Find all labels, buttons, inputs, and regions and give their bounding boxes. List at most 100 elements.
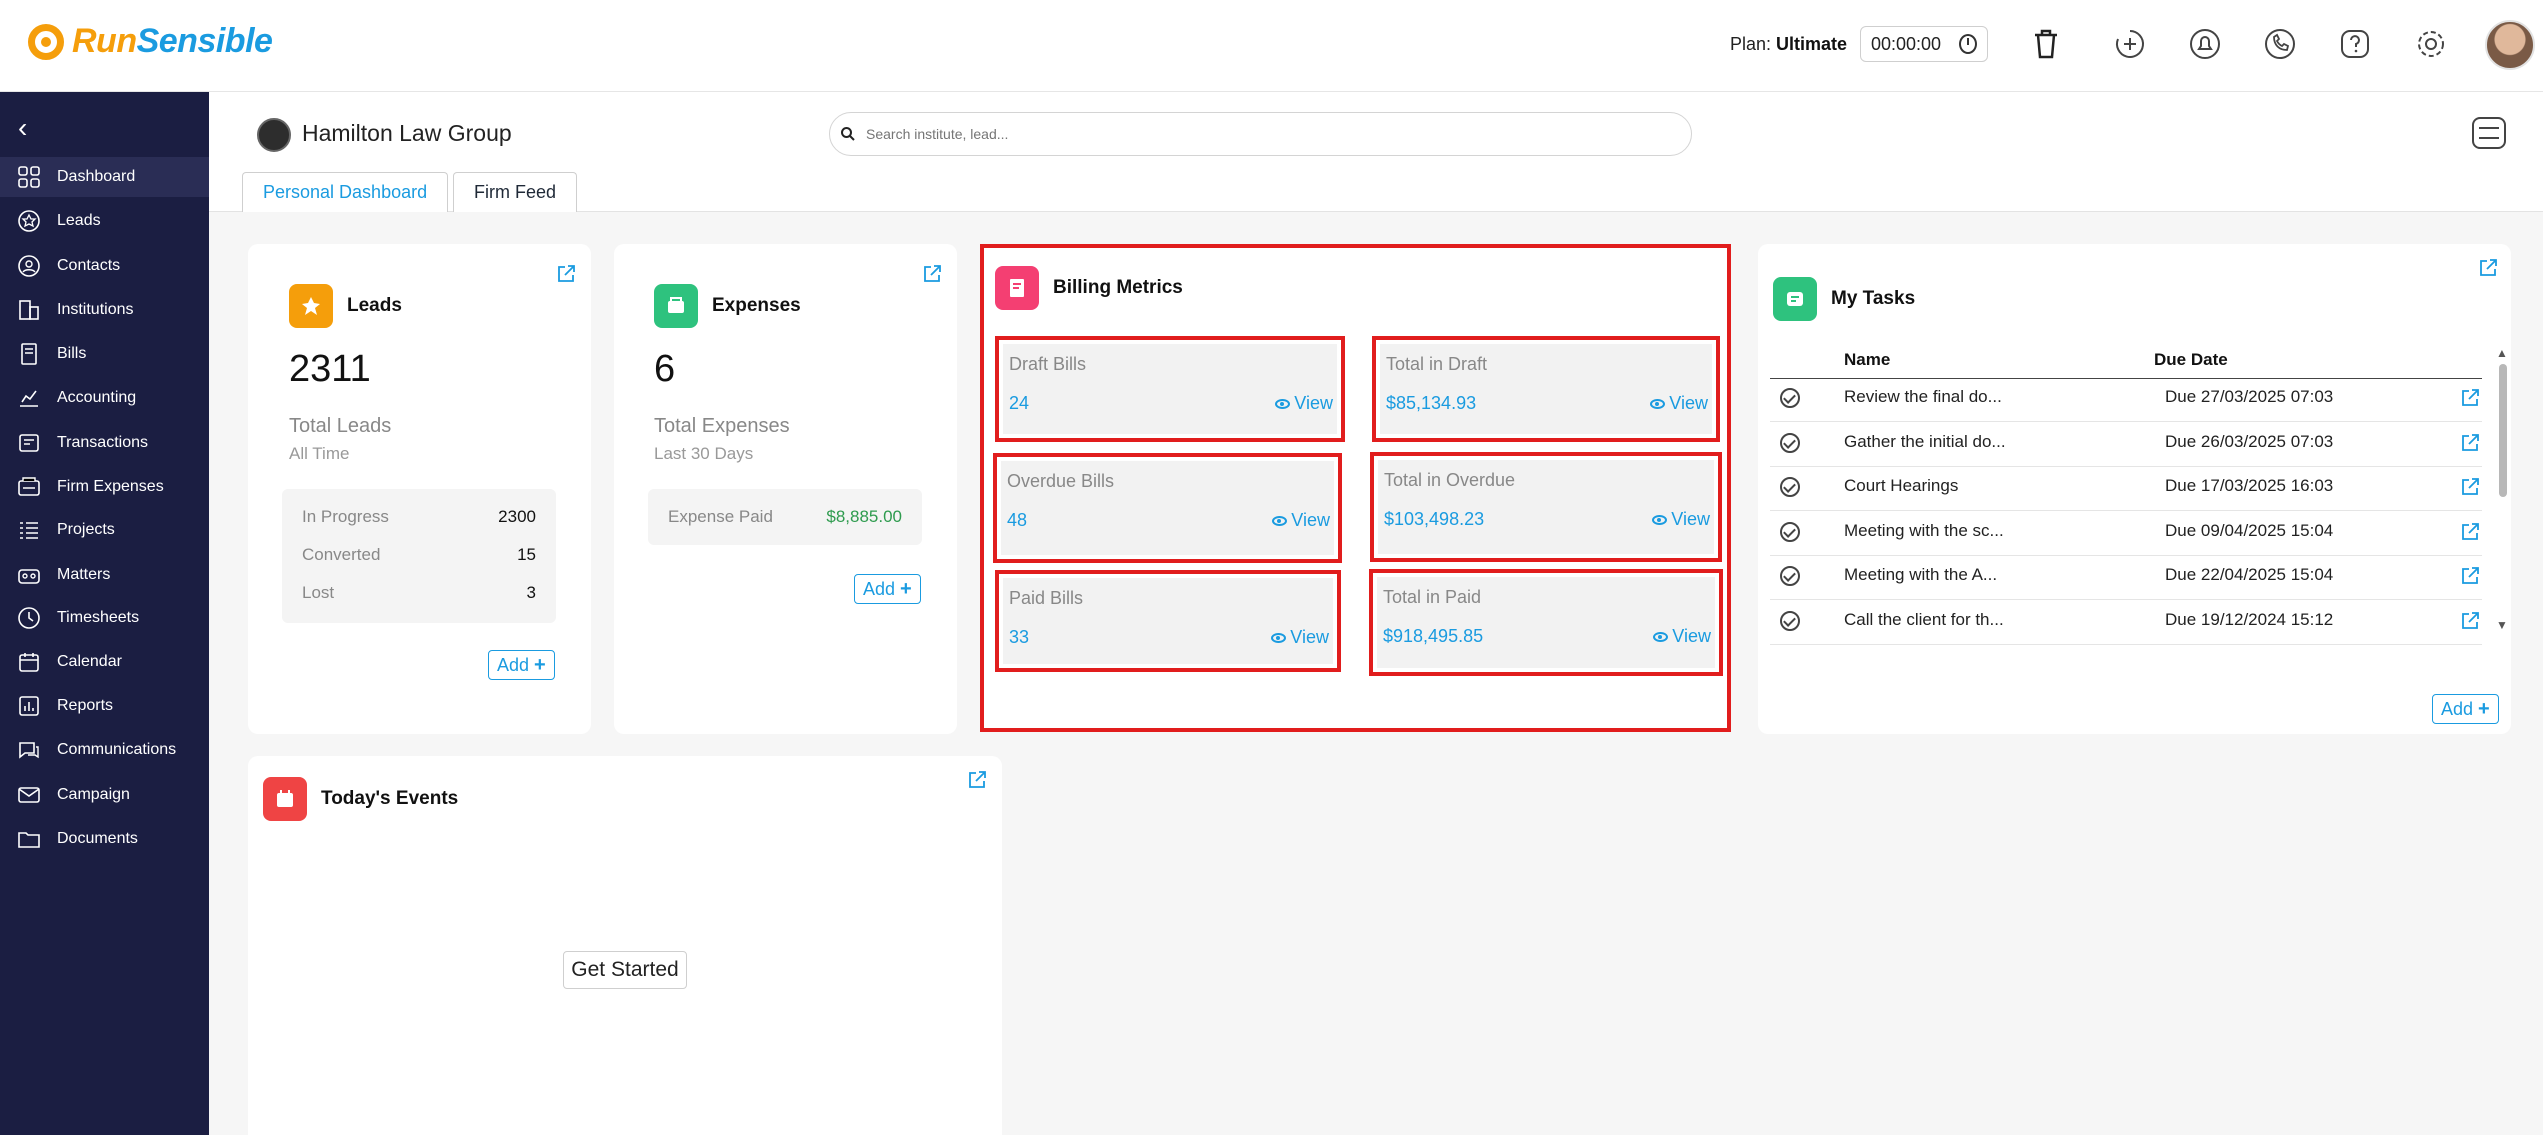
external-link-icon[interactable]: [2460, 566, 2480, 586]
check-circle-icon[interactable]: [1780, 611, 1800, 631]
bill-icon: [16, 341, 42, 367]
gear-icon[interactable]: [2411, 24, 2451, 64]
add-task-button[interactable]: Add +: [2432, 694, 2499, 724]
external-link-icon[interactable]: [2460, 388, 2480, 408]
dashboard-settings-icon[interactable]: [2472, 117, 2506, 149]
table-row[interactable]: Gather the initial do... Due 26/03/2025 …: [1770, 423, 2482, 467]
metric-paid-bills[interactable]: Paid Bills 33 View: [995, 570, 1341, 672]
check-circle-icon[interactable]: [1780, 433, 1800, 453]
plus-icon: +: [900, 577, 912, 600]
sidebar-item-calendar[interactable]: Calendar: [0, 642, 209, 682]
metric-body: Draft Bills 24 View: [1003, 344, 1337, 434]
tab-firm-feed[interactable]: Firm Feed: [453, 172, 578, 212]
column-header-name[interactable]: Name: [1844, 350, 1890, 370]
view-link[interactable]: View: [1271, 627, 1329, 648]
sidebar-item-firm-expenses[interactable]: Firm Expenses: [0, 467, 209, 507]
check-circle-icon[interactable]: [1780, 477, 1800, 497]
column-header-due-date[interactable]: Due Date: [2154, 350, 2228, 370]
billing-card-title: Billing Metrics: [995, 266, 1183, 310]
metric-total-in-overdue[interactable]: Total in Overdue $103,498.23 View: [1370, 452, 1722, 562]
metric-body: Overdue Bills 48 View: [1001, 461, 1334, 555]
firm-logo: [257, 118, 291, 152]
sidebar-item-matters[interactable]: Matters: [0, 555, 209, 595]
trash-icon[interactable]: [2026, 24, 2066, 64]
timer-widget[interactable]: 00:00:00: [1860, 26, 1988, 62]
check-circle-icon[interactable]: [1780, 522, 1800, 542]
expenses-card-title: Expenses: [654, 284, 801, 328]
view-link[interactable]: View: [1650, 393, 1708, 414]
collapse-sidebar-icon[interactable]: ‹: [18, 112, 27, 144]
metric-label: Total in Overdue: [1384, 470, 1516, 490]
sidebar-item-leads[interactable]: Leads: [0, 201, 209, 241]
sidebar-item-accounting[interactable]: Accounting: [0, 378, 209, 418]
page-header: Hamilton Law Group Personal Dashboard Fi…: [209, 92, 2543, 212]
leads-total: 2311: [289, 348, 371, 390]
view-link[interactable]: View: [1272, 510, 1330, 531]
sidebar-item-documents[interactable]: Documents: [0, 819, 209, 859]
external-link-icon[interactable]: [2460, 611, 2480, 631]
sidebar-item-dashboard[interactable]: Dashboard: [0, 157, 209, 197]
expenses-period: Last 30 Days: [654, 444, 754, 463]
add-expense-button[interactable]: Add +: [854, 574, 921, 604]
sidebar-item-campaign[interactable]: Campaign: [0, 775, 209, 815]
bell-icon[interactable]: [2185, 24, 2225, 64]
sidebar-item-contacts[interactable]: Contacts: [0, 246, 209, 286]
task-due: Due 09/04/2025 15:04: [2165, 521, 2334, 540]
check-circle-icon[interactable]: [1780, 388, 1800, 408]
sidebar-item-label: Bills: [57, 345, 87, 362]
external-link-icon[interactable]: [922, 264, 942, 284]
external-link-icon[interactable]: [967, 770, 987, 790]
add-lead-button[interactable]: Add +: [488, 650, 555, 680]
sidebar-item-label: Documents: [57, 830, 138, 847]
app-logo[interactable]: RunSensible: [28, 22, 273, 61]
table-row[interactable]: Meeting with the sc... Due 09/04/2025 15…: [1770, 512, 2482, 556]
search-bar[interactable]: [829, 112, 1692, 156]
view-link[interactable]: View: [1653, 626, 1711, 647]
scroll-down-arrow[interactable]: ▼: [2496, 618, 2508, 632]
phone-icon[interactable]: [2260, 24, 2300, 64]
sidebar-item-bills[interactable]: Bills: [0, 334, 209, 374]
table-row[interactable]: Court Hearings Due 17/03/2025 16:03: [1770, 467, 2482, 511]
user-avatar[interactable]: [2485, 20, 2535, 70]
stat-label: Expense Paid: [668, 507, 773, 526]
search-input[interactable]: [866, 126, 1646, 142]
sidebar-item-label: Dashboard: [57, 168, 136, 185]
sidebar-item-reports[interactable]: Reports: [0, 686, 209, 726]
add-activity-icon[interactable]: [2110, 24, 2150, 64]
metric-draft-bills[interactable]: Draft Bills 24 View: [995, 336, 1345, 442]
get-started-button[interactable]: Get Started: [563, 951, 687, 989]
metric-total-in-paid[interactable]: Total in Paid $918,495.85 View: [1369, 569, 1723, 676]
view-link[interactable]: View: [1652, 509, 1710, 530]
task-name: Gather the initial do...: [1844, 432, 2006, 451]
stat-value: 15: [517, 545, 536, 564]
scrollbar[interactable]: [2499, 364, 2507, 497]
external-link-icon[interactable]: [2460, 433, 2480, 453]
matters-icon: [16, 562, 42, 588]
sidebar-item-institutions[interactable]: Institutions: [0, 290, 209, 330]
metric-label: Paid Bills: [1009, 588, 1084, 608]
metric-overdue-bills[interactable]: Overdue Bills 48 View: [993, 453, 1342, 563]
stat-row-lost: Lost 3: [302, 583, 536, 603]
sidebar-item-label: Reports: [57, 697, 114, 714]
plus-icon: +: [2478, 697, 2490, 720]
view-link[interactable]: View: [1275, 393, 1333, 414]
metric-total-in-draft[interactable]: Total in Draft $85,134.93 View: [1372, 336, 1720, 442]
external-link-icon[interactable]: [556, 264, 576, 284]
external-link-icon[interactable]: [2460, 522, 2480, 542]
tab-personal-dashboard[interactable]: Personal Dashboard: [242, 172, 449, 212]
scroll-up-arrow[interactable]: ▲: [2496, 346, 2508, 360]
sidebar-item-timesheets[interactable]: Timesheets: [0, 598, 209, 638]
table-row[interactable]: Review the final do... Due 27/03/2025 07…: [1770, 378, 2482, 422]
sidebar-item-transactions[interactable]: Transactions: [0, 423, 209, 463]
add-label: Add: [2441, 698, 2474, 719]
expenses-total: 6: [654, 348, 676, 390]
help-icon[interactable]: [2335, 24, 2375, 64]
sidebar-item-label: Contacts: [57, 257, 121, 274]
table-row[interactable]: Call the client for th... Due 19/12/2024…: [1770, 601, 2482, 645]
check-circle-icon[interactable]: [1780, 566, 1800, 586]
sidebar-item-projects[interactable]: Projects: [0, 510, 209, 550]
external-link-icon[interactable]: [2478, 258, 2498, 278]
external-link-icon[interactable]: [2460, 477, 2480, 497]
sidebar-item-communications[interactable]: Communications: [0, 730, 209, 770]
table-row[interactable]: Meeting with the A... Due 22/04/2025 15:…: [1770, 556, 2482, 600]
